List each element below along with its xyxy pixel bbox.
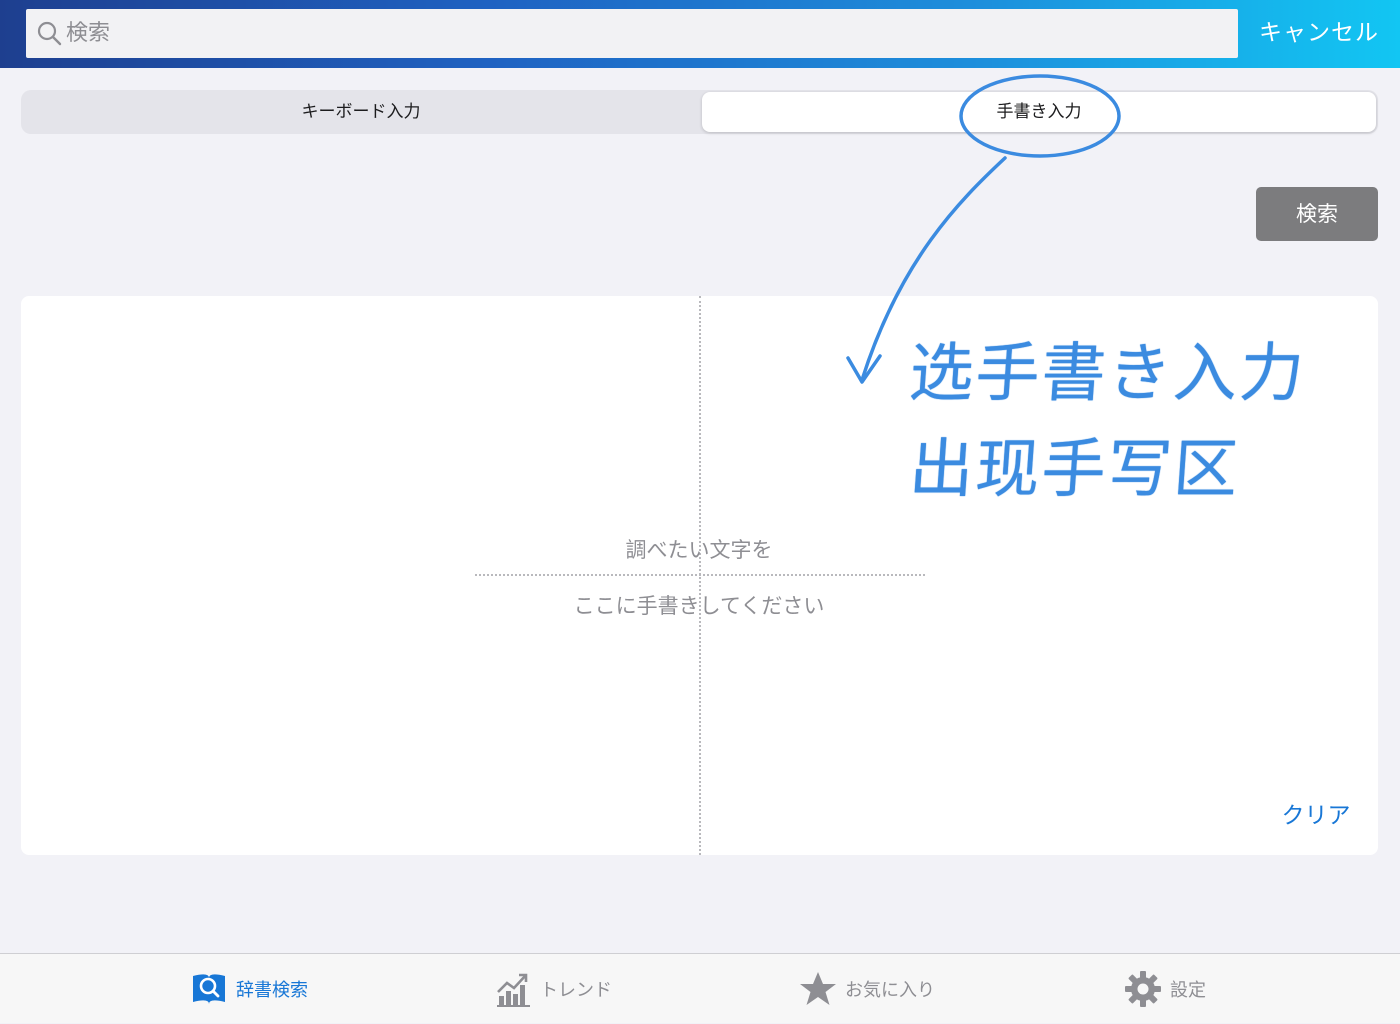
trend-chart-icon [497,973,530,1007]
tab-trend-label: トレンド [540,980,612,1001]
tab-settings-label: 設定 [1170,980,1206,1001]
search-icon [37,21,62,46]
tab-keyboard-input[interactable]: キーボード入力 [23,92,699,132]
canvas-horizontal-guide [475,574,925,576]
canvas-hint-line-2: ここに手書きしてください [573,594,825,618]
search-input[interactable] [66,9,1226,58]
star-icon [800,972,836,1005]
tab-favorites-label: お気に入り [845,980,935,1001]
canvas-hint-line-1: 調べたい文字を [625,538,773,562]
cancel-button[interactable]: キャンセル [1238,9,1400,58]
tab-dictionary-search[interactable]: 辞書検索 [190,954,308,1024]
dictionary-search-icon [193,974,225,1004]
tab-settings[interactable]: 設定 [1124,954,1206,1024]
annotation-text-line-2: 出现手写区 [906,433,1243,507]
bottom-tab-bar: 辞書検索 トレンド お気に入り 設定 [0,953,1400,1023]
top-bar: キャンセル [0,0,1400,68]
input-mode-segmented-control: キーボード入力 手書き入力 [21,90,1378,134]
tab-favorites[interactable]: お気に入り [799,954,935,1024]
annotation-text-line-1: 选手書き入力 [906,337,1309,411]
tab-dictionary-search-label: 辞書検索 [236,980,308,1001]
tab-trend[interactable]: トレンド [494,954,612,1024]
search-button[interactable]: 検索 [1256,187,1378,241]
search-field[interactable] [26,9,1238,58]
tab-handwriting-input[interactable]: 手書き入力 [702,92,1376,132]
clear-button[interactable]: クリア [1261,796,1371,830]
gear-icon [1125,971,1161,1007]
